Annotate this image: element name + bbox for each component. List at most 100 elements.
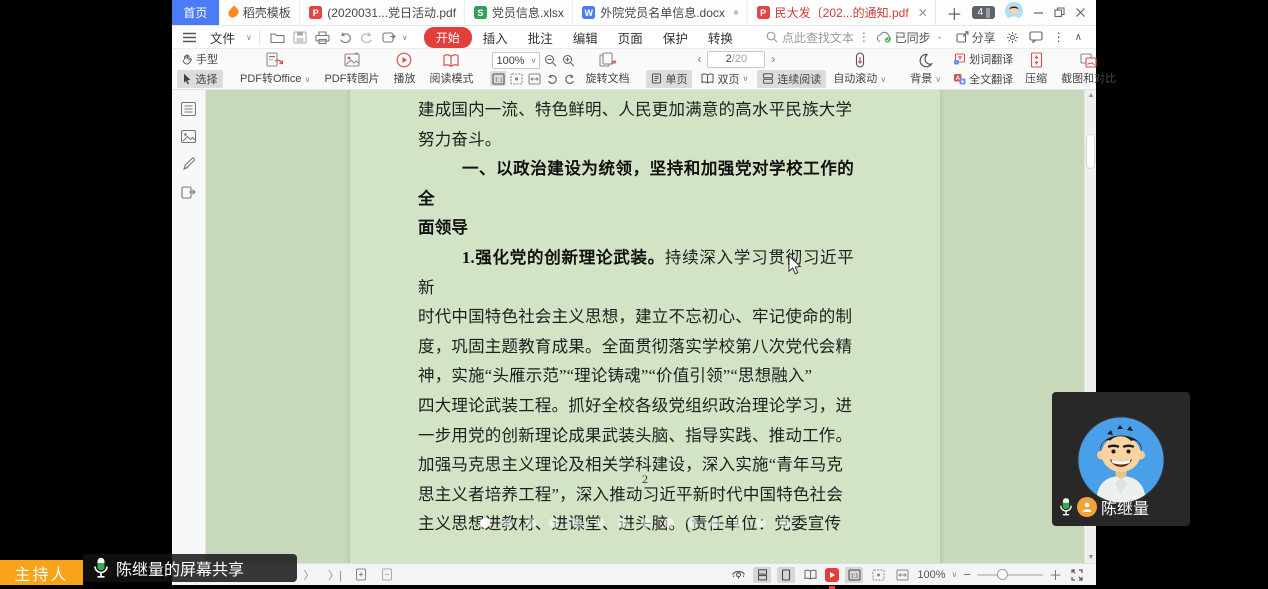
sync-status[interactable]: 已同步 ・	[876, 29, 946, 46]
page-dot[interactable]	[687, 518, 697, 528]
zoom-in-status-button[interactable]: ＋	[1049, 565, 1062, 584]
account-avatar[interactable]	[1005, 2, 1023, 23]
minimize-button[interactable]	[1033, 7, 1044, 18]
find-text-box[interactable]: 点此查找文本 ⋮	[766, 29, 870, 46]
full-translate-button[interactable]: A 全文翻译	[948, 70, 1018, 88]
single-page-button[interactable]: 单页	[646, 70, 692, 88]
snapshot-compare-button[interactable]: 截图和对比	[1054, 51, 1123, 88]
document-viewport[interactable]: 建成国内一流、特色鲜明、人民更加满意的高水平民族大学努力奋斗。一、以政治建设为统…	[206, 90, 1084, 563]
gear-icon[interactable]	[1006, 31, 1019, 44]
page-dot[interactable]	[618, 518, 628, 528]
page-dot[interactable]	[710, 518, 720, 528]
rotate-right-button[interactable]	[562, 71, 578, 86]
menu-file[interactable]: 文件	[201, 26, 244, 49]
page-dots-indicator[interactable]	[480, 518, 789, 528]
zoom-out-button[interactable]	[542, 53, 558, 68]
eye-protect-icon[interactable]	[729, 567, 747, 583]
fit-width-button[interactable]	[526, 71, 542, 86]
annotate-panel-icon[interactable]	[182, 157, 196, 171]
menu-tab-insert[interactable]: 插入	[474, 26, 517, 49]
page-dot[interactable]	[480, 518, 490, 528]
open-folder-icon[interactable]	[267, 31, 288, 44]
undo-icon[interactable]	[335, 31, 355, 43]
page-dot[interactable]	[756, 518, 766, 528]
tab-home[interactable]: 首页	[172, 0, 220, 25]
actual-size-status-icon[interactable]: 1:1	[845, 567, 863, 583]
hamburger-icon[interactable]	[180, 32, 199, 43]
comment-icon[interactable]	[1029, 31, 1043, 43]
zoom-slider[interactable]	[977, 574, 1043, 576]
page-dot[interactable]	[733, 518, 743, 528]
double-page-button[interactable]: 双页 ∨	[696, 70, 753, 88]
tab-docx[interactable]: W 外院党员名单信息.docx	[573, 0, 747, 25]
more-vertical-icon[interactable]: ⋮	[858, 30, 870, 44]
collapse-ribbon-icon[interactable]: ∧	[1075, 32, 1082, 43]
page-dot[interactable]	[549, 518, 559, 528]
next-page-icon[interactable]: 〉	[300, 567, 318, 583]
page-dot[interactable]	[503, 518, 513, 528]
single-layout-icon[interactable]	[777, 567, 795, 583]
page-number-box[interactable]: 2/20	[707, 51, 765, 68]
double-layout-icon[interactable]	[801, 567, 819, 583]
select-tool-button[interactable]: 选择	[177, 70, 223, 88]
print-icon[interactable]	[312, 31, 333, 44]
page-dot[interactable]	[572, 518, 582, 528]
image-panel-icon[interactable]	[181, 130, 196, 143]
page-dot[interactable]	[664, 518, 674, 528]
page-dot[interactable]	[595, 518, 605, 528]
outline-panel-icon[interactable]	[181, 102, 196, 116]
pdf-to-office-button[interactable]: PDF转Office ∨	[233, 50, 317, 88]
fit-width-status-icon[interactable]	[893, 567, 911, 583]
hand-tool-button[interactable]: 手型	[176, 50, 223, 68]
read-mode-button[interactable]: 阅读模式	[422, 51, 480, 88]
page-dot[interactable]	[641, 518, 651, 528]
share-button[interactable]: 分享	[956, 29, 996, 46]
auto-scroll-button[interactable]: 自动滚动 ∨	[826, 50, 893, 88]
fit-page-status-icon[interactable]	[869, 567, 887, 583]
menu-tab-page[interactable]: 页面	[609, 26, 652, 49]
zoom-out-status-button[interactable]: −	[963, 567, 971, 582]
tab-xlsx[interactable]: S 党员信息.xlsx	[465, 0, 573, 25]
background-button[interactable]: 背景 ∨	[903, 51, 948, 88]
zoom-in-button[interactable]	[560, 53, 576, 68]
fit-page-button[interactable]	[508, 71, 524, 86]
restore-button[interactable]	[1054, 7, 1065, 18]
redo-icon[interactable]	[357, 31, 377, 43]
tab-docer[interactable]: 稻壳模板	[220, 0, 301, 25]
close-button[interactable]	[1075, 7, 1086, 18]
scroll-up-arrow[interactable]: ▲	[1085, 92, 1097, 99]
menu-tab-convert[interactable]: 转换	[699, 26, 742, 49]
zoom-combo[interactable]: 100%∨	[492, 52, 540, 69]
actual-size-button[interactable]: 1:1	[490, 71, 506, 86]
menu-tab-edit[interactable]: 编辑	[564, 26, 607, 49]
extract-page-icon[interactable]	[378, 567, 396, 583]
insert-page-icon[interactable]	[352, 567, 370, 583]
menu-tab-annotate[interactable]: 批注	[519, 26, 562, 49]
page-dot[interactable]	[526, 518, 536, 528]
continuous-layout-icon[interactable]	[753, 567, 771, 583]
tab-pdf-activity[interactable]: P (2020031...党日活动.pdf	[300, 0, 465, 25]
zoom-slider-knob[interactable]	[997, 569, 1008, 580]
chevron-down-icon[interactable]: ∨	[402, 33, 408, 42]
quick-tools-icon[interactable]	[379, 31, 400, 44]
next-page-button[interactable]: ›	[767, 52, 779, 66]
compress-button[interactable]: 压缩	[1018, 50, 1054, 88]
participant-video-tile[interactable]: 陈继量	[1052, 392, 1190, 526]
save-icon[interactable]	[290, 31, 310, 44]
tab-pdf-notice-active[interactable]: P 民大发〔202...的通知.pdf ✕	[748, 0, 937, 25]
continuous-read-button[interactable]: 连续阅读	[757, 70, 826, 88]
play-button[interactable]: 播放	[386, 50, 422, 88]
tab-count-badge[interactable]: 4	[972, 6, 995, 19]
tab-close-icon[interactable]: ✕	[918, 6, 928, 20]
pdf-to-image-button[interactable]: PDF转图片	[317, 50, 386, 88]
menu-tab-start[interactable]: 开始	[424, 27, 472, 48]
rotate-doc-button[interactable]: 旋转文档	[578, 50, 636, 88]
menu-tab-protect[interactable]: 保护	[654, 26, 697, 49]
chevron-down-icon[interactable]: ∨	[952, 570, 958, 579]
rotate-left-button[interactable]	[544, 71, 560, 86]
last-page-icon[interactable]: 〉|	[326, 567, 344, 583]
more-vertical-icon[interactable]: ⋮	[1053, 30, 1065, 44]
word-translate-button[interactable]: 划词翻译	[948, 50, 1018, 68]
scrollbar-thumb[interactable]	[1086, 134, 1095, 169]
fullscreen-icon[interactable]	[1068, 567, 1086, 583]
